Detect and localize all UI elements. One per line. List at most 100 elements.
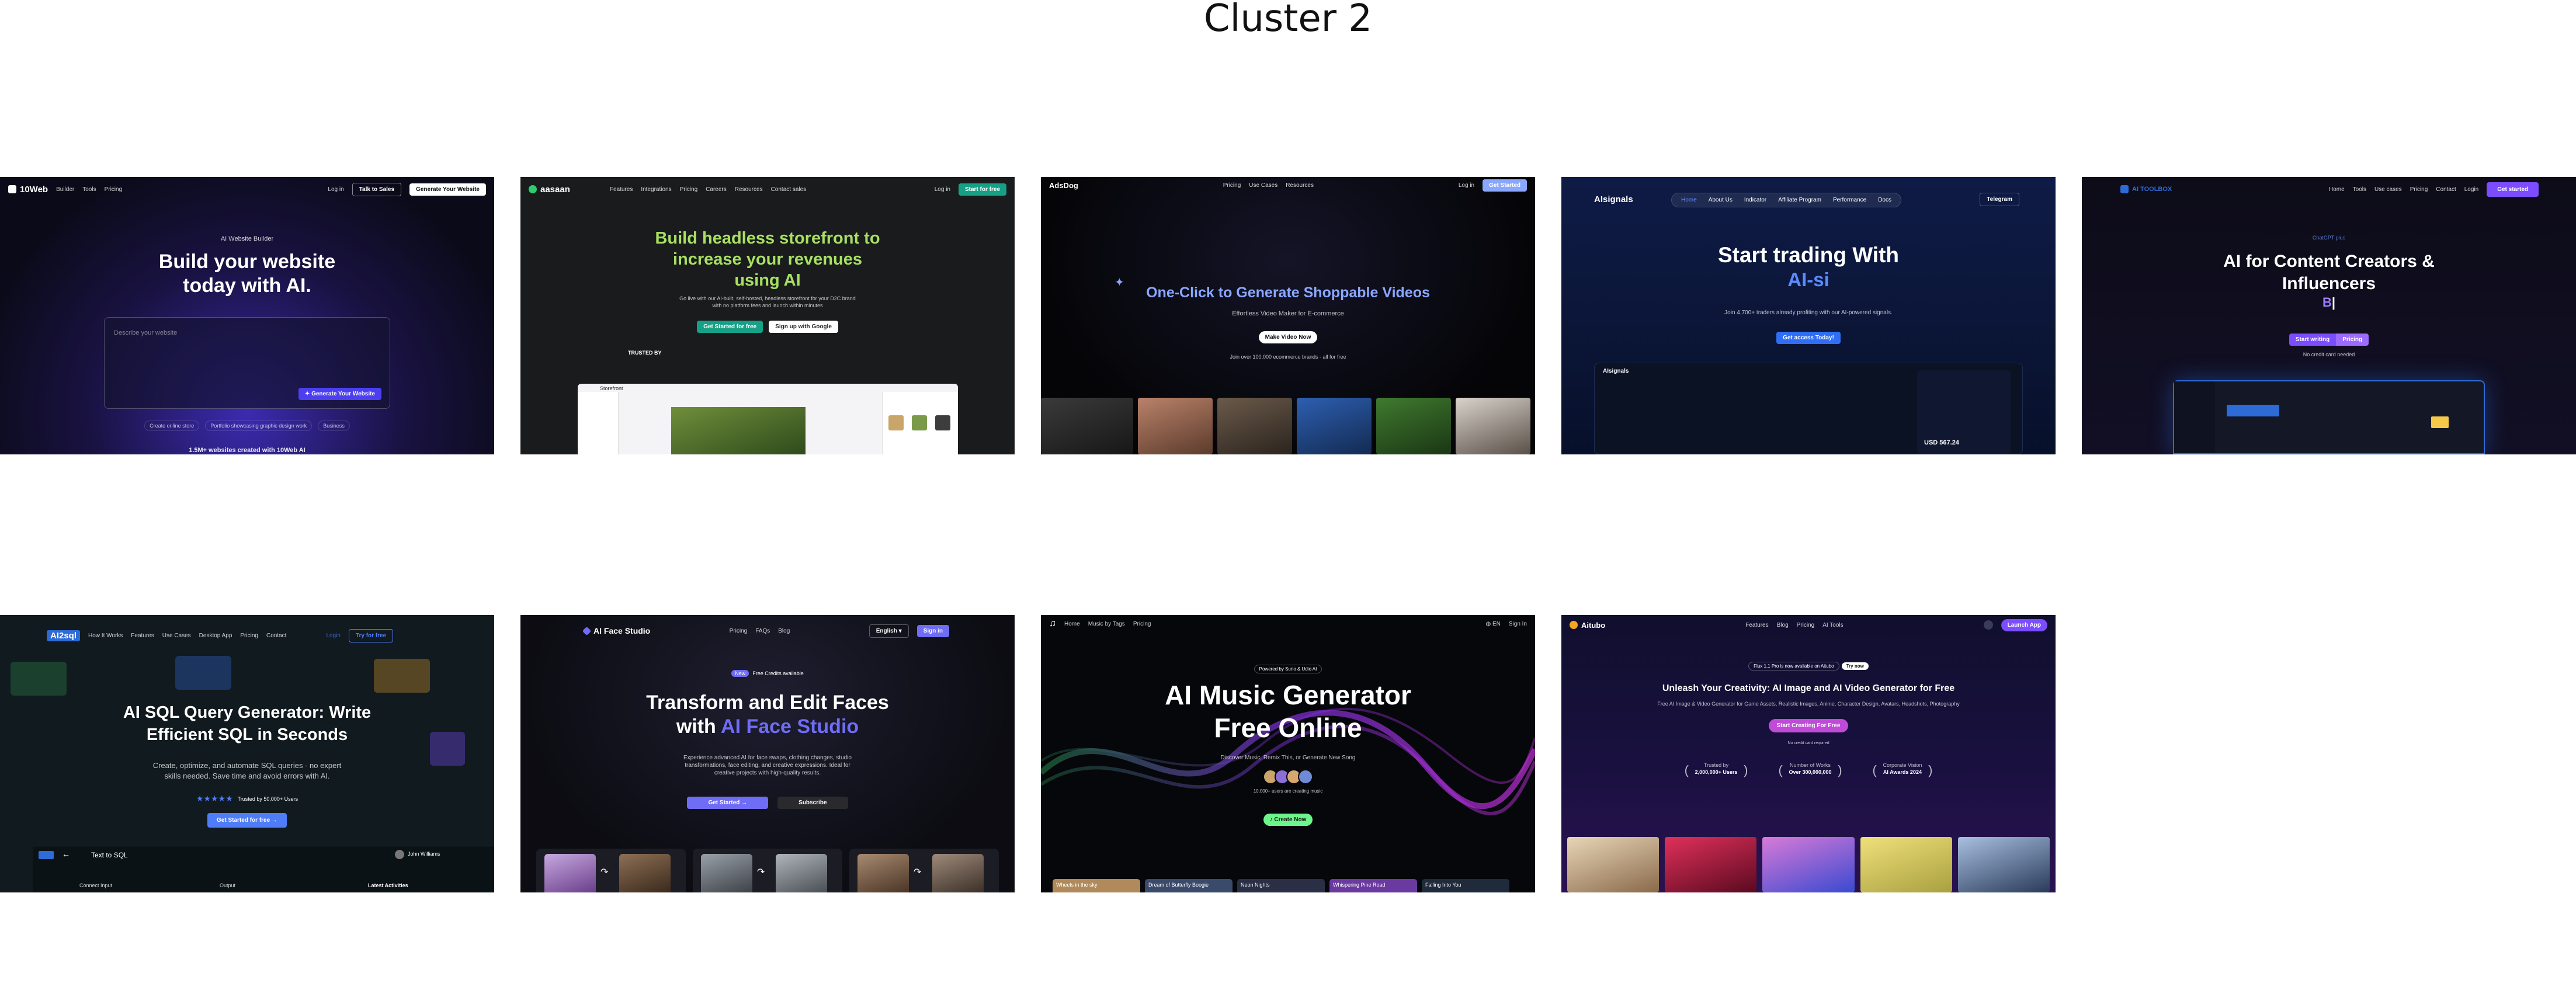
primary-button[interactable]: Get Started for free: [697, 321, 763, 333]
try-now-button[interactable]: Try now: [1841, 662, 1869, 670]
logo[interactable]: AI Face Studio: [582, 626, 650, 635]
logo[interactable]: Aitubo: [1570, 621, 1605, 630]
nav-link[interactable]: Performance: [1828, 196, 1871, 204]
nav-link-active[interactable]: Home: [1676, 196, 1702, 204]
nav-link[interactable]: Resources: [1286, 182, 1314, 189]
thumbnail-ai2sql[interactable]: AI2sql How It Works Features Use Cases D…: [0, 615, 494, 892]
nav-link[interactable]: Pricing: [1223, 182, 1241, 189]
get-access-button[interactable]: Get access Today!: [1776, 332, 1841, 344]
suggestion-chip[interactable]: Create online store: [144, 421, 200, 431]
thumbnail-aisignals[interactable]: AIsignals Telegram Home About Us Indicat…: [1561, 177, 2056, 454]
logo[interactable]: AIsignals: [1594, 194, 1633, 204]
nav-link[interactable]: Pricing: [2410, 186, 2428, 193]
nav-link[interactable]: Features: [610, 186, 633, 193]
create-now-button[interactable]: ♪ Create Now: [1263, 814, 1313, 826]
nav-link[interactable]: Features: [1745, 622, 1768, 628]
nav-link[interactable]: Pricing: [1797, 622, 1815, 628]
nav-link[interactable]: Contact: [2436, 186, 2456, 193]
logo[interactable]: aasaan: [529, 185, 570, 194]
gallery-image[interactable]: [1762, 837, 1855, 892]
nav-link[interactable]: Home: [1064, 621, 1080, 627]
login-link[interactable]: Login: [326, 633, 340, 639]
cta-button[interactable]: Get started: [2487, 182, 2539, 197]
pricing-button[interactable]: Pricing: [2336, 333, 2369, 346]
talk-sales-button[interactable]: Talk to Sales: [352, 182, 402, 196]
start-writing-button[interactable]: Start writing: [2289, 333, 2337, 346]
cta-button[interactable]: Start for free: [958, 183, 1006, 196]
nav-link[interactable]: Resources: [735, 186, 763, 193]
nav-link[interactable]: Contact sales: [771, 186, 807, 193]
google-signup-button[interactable]: Sign up with Google: [769, 321, 838, 333]
discord-icon[interactable]: [1983, 620, 1993, 630]
nav-link[interactable]: Docs: [1873, 196, 1896, 204]
nav-link[interactable]: Careers: [706, 186, 727, 193]
cta-button[interactable]: Get Started: [1483, 179, 1527, 192]
login-link[interactable]: Log in: [935, 186, 950, 193]
gallery-image[interactable]: [1665, 837, 1757, 892]
get-started-button[interactable]: Get Started for free →: [207, 813, 287, 828]
face-pair[interactable]: ↷: [693, 849, 842, 892]
nav-link[interactable]: How It Works: [88, 633, 123, 639]
nav-link[interactable]: Pricing: [1133, 621, 1151, 627]
suggestion-chip[interactable]: Portfolio showcasing graphic design work: [205, 421, 313, 431]
thumbnail-adsdog[interactable]: AdsDog Pricing Use Cases Resources Log i…: [1041, 177, 1535, 454]
song-card[interactable]: Wheels in the sky: [1053, 879, 1140, 892]
thumbnail-aasaan[interactable]: aasaan Features Integrations Pricing Car…: [520, 177, 1015, 454]
cta-button[interactable]: Generate Your Website: [409, 183, 486, 196]
thumbnail-aitubo[interactable]: Aitubo Features Blog Pricing AI Tools La…: [1561, 615, 2056, 892]
face-pair[interactable]: ↷: [849, 849, 999, 892]
video-tile[interactable]: [1138, 398, 1213, 454]
get-started-button[interactable]: Get Started →: [687, 797, 769, 809]
suggestion-chip[interactable]: Business: [318, 421, 350, 431]
launch-app-button[interactable]: Launch App: [2001, 619, 2048, 631]
cta-button[interactable]: Try for free: [348, 628, 394, 642]
nav-link[interactable]: Integrations: [641, 186, 671, 193]
song-card[interactable]: Whispering Pine Road: [1329, 879, 1417, 892]
nav-link[interactable]: Music by Tags: [1088, 621, 1125, 627]
video-tile[interactable]: [1376, 398, 1451, 454]
nav-link[interactable]: Contact: [266, 633, 286, 639]
logo[interactable]: 10Web: [8, 185, 48, 194]
logo[interactable]: AI TOOLBOX: [2120, 185, 2172, 193]
nav-link[interactable]: Tools: [82, 186, 96, 193]
nav-link[interactable]: Affiliate Program: [1773, 196, 1826, 204]
sign-in-button[interactable]: Sign in: [916, 624, 949, 637]
face-pair[interactable]: ↷: [536, 849, 686, 892]
user-avatar[interactable]: [395, 850, 404, 859]
telegram-button[interactable]: Telegram: [1980, 192, 2019, 206]
subscribe-button[interactable]: Subscribe: [777, 797, 848, 809]
nav-link[interactable]: Use Cases: [162, 633, 191, 639]
nav-link[interactable]: FAQs: [755, 628, 770, 634]
nav-link[interactable]: Desktop App: [199, 633, 232, 639]
nav-link[interactable]: Use cases: [2374, 186, 2402, 193]
nav-link[interactable]: Login: [2464, 186, 2478, 193]
nav-link[interactable]: Pricing: [105, 186, 123, 193]
music-note-logo-icon[interactable]: ♫: [1049, 619, 1056, 629]
prompt-input[interactable]: Describe your website ✦ Generate Your We…: [104, 317, 390, 409]
video-tile[interactable]: [1041, 398, 1133, 454]
nav-link[interactable]: Blog: [778, 628, 790, 634]
logo[interactable]: AI2sql: [47, 630, 81, 641]
thumbnail-ai-toolbox[interactable]: AI TOOLBOX Home Tools Use cases Pricing …: [2082, 177, 2576, 454]
back-arrow-icon[interactable]: ←: [62, 849, 70, 859]
language-select[interactable]: ◍ EN: [1485, 621, 1500, 627]
language-select[interactable]: English ▾: [869, 624, 909, 638]
song-card[interactable]: Falling Into You: [1422, 879, 1509, 892]
start-creating-button[interactable]: Start Creating For Free: [1768, 719, 1849, 732]
nav-link[interactable]: Pricing: [680, 186, 698, 193]
gallery-image[interactable]: [1860, 837, 1952, 892]
nav-link[interactable]: Pricing: [240, 633, 258, 639]
nav-link[interactable]: Home: [2329, 186, 2345, 193]
thumbnail-ai-music-generator[interactable]: ♫ Home Music by Tags Pricing ◍ EN Sign I…: [1041, 615, 1535, 892]
song-card[interactable]: Dream of Butterfly Boogie: [1145, 879, 1233, 892]
video-tile[interactable]: [1456, 398, 1530, 454]
sign-in-link[interactable]: Sign In: [1509, 621, 1527, 627]
song-card[interactable]: Neon Nights: [1237, 879, 1325, 892]
thumbnail-ai-face-studio[interactable]: AI Face Studio Pricing FAQs Blog English…: [520, 615, 1015, 892]
login-link[interactable]: Log in: [328, 186, 343, 193]
video-tile[interactable]: [1297, 398, 1372, 454]
thumbnail-10web[interactable]: 10Web Builder Tools Pricing Log in Talk …: [0, 177, 494, 454]
gallery-image[interactable]: [1957, 837, 2050, 892]
nav-link[interactable]: Pricing: [730, 628, 748, 634]
nav-link[interactable]: Features: [131, 633, 154, 639]
